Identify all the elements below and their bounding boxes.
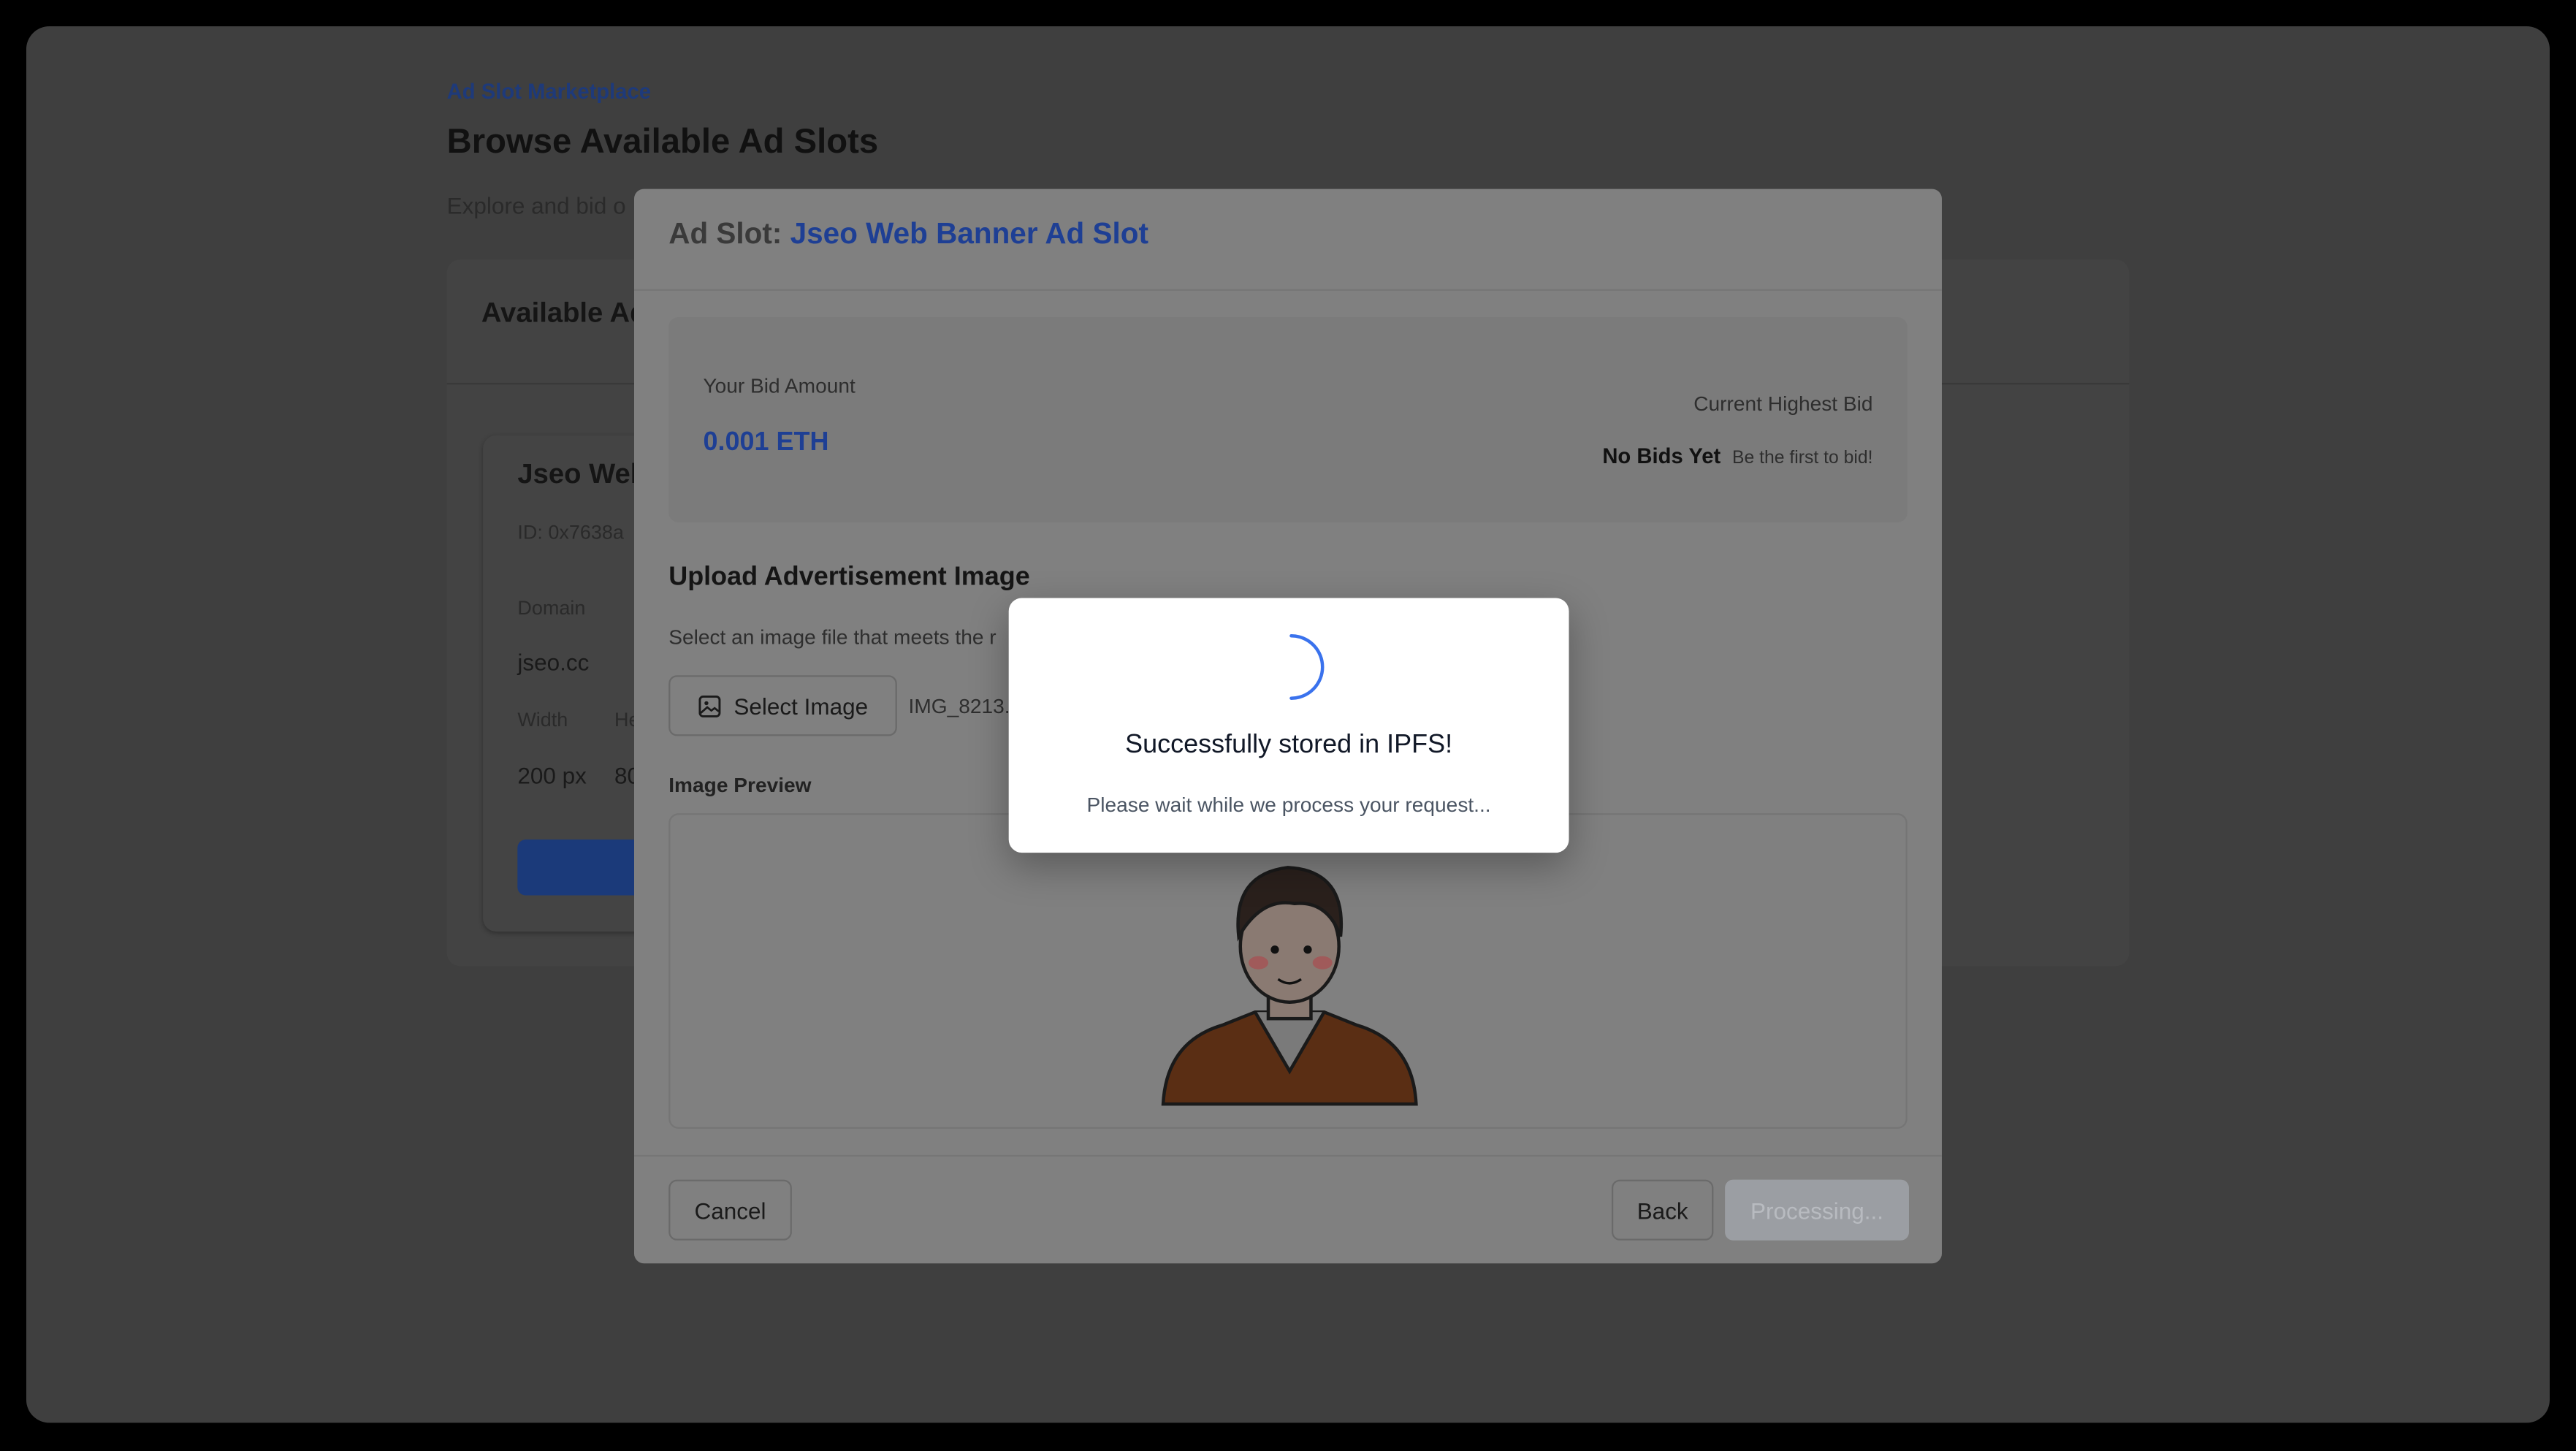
breadcrumb[interactable]: Ad Slot Marketplace	[447, 79, 651, 104]
bid-summary: Your Bid Amount 0.001 ETH Current Highes…	[668, 316, 1908, 523]
preview-label: Image Preview	[668, 774, 812, 797]
highest-bid-value: No Bids Yet	[1602, 443, 1721, 468]
domain-value: jseo.cc	[517, 649, 590, 676]
loader-message: Please wait while we process your reques…	[1086, 793, 1491, 817]
loader-title: Successfully stored in IPFS!	[1125, 731, 1453, 759]
highest-bid-note: Be the first to bid!	[1732, 448, 1873, 468]
highest-bid-label: Current Highest Bid	[1693, 392, 1873, 416]
back-button[interactable]: Back	[1611, 1179, 1714, 1241]
modal-title: Ad Slot: Jseo Web Banner Ad Slot	[668, 217, 1148, 251]
loading-dialog: Successfully stored in IPFS! Please wait…	[1008, 598, 1569, 853]
slot-title: Jseo Web Banner Ad Slot	[790, 216, 1148, 250]
page-title: Browse Available Ad Slots	[446, 123, 879, 161]
domain-label: Domain	[517, 596, 586, 620]
width-label: Width	[517, 708, 568, 731]
select-image-label: Select Image	[733, 692, 869, 719]
width-value: 200 px	[517, 762, 587, 789]
title-prefix: Ad Slot:	[668, 216, 782, 250]
upload-heading: Upload Advertisement Image	[668, 563, 1030, 592]
spinner-icon	[1289, 633, 1325, 700]
app-window: Ad Slot Marketplace Browse Available Ad …	[26, 26, 2550, 1423]
divider	[633, 289, 1942, 292]
bid-label: Your Bid Amount	[703, 374, 856, 398]
bid-value: 0.001 ETH	[703, 428, 829, 457]
upload-hint: Select an image file that meets the r	[668, 625, 997, 650]
file-name: IMG_8213.	[908, 695, 1010, 718]
cancel-button[interactable]: Cancel	[668, 1179, 792, 1241]
image-icon	[698, 694, 720, 717]
divider	[633, 1154, 1942, 1157]
page-subtitle: Explore and bid o	[446, 192, 626, 219]
avatar-illustration	[1161, 866, 1418, 1106]
select-image-button[interactable]: Select Image	[668, 675, 897, 736]
processing-button: Processing...	[1725, 1179, 1909, 1241]
slot-id: ID: 0x7638a	[517, 520, 624, 544]
image-preview	[668, 813, 1908, 1129]
card-heading: Available Ad	[481, 297, 647, 329]
slot-name: Jseo Wel	[517, 458, 639, 490]
